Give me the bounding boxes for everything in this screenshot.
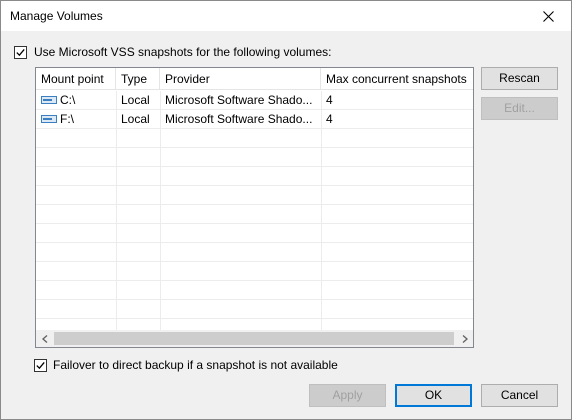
- scroll-right-button[interactable]: [456, 330, 473, 347]
- empty-row: [36, 300, 473, 319]
- table-row[interactable]: C:\ Local Microsoft Software Shado... 4: [36, 91, 473, 110]
- empty-row: [36, 129, 473, 148]
- empty-row: [36, 148, 473, 167]
- empty-row: [36, 167, 473, 186]
- vss-checkbox[interactable]: [14, 46, 27, 59]
- close-button[interactable]: [525, 1, 571, 31]
- mount-point: C:\: [60, 93, 76, 107]
- chevron-right-icon: [462, 334, 468, 343]
- list-body: C:\ Local Microsoft Software Shado... 4 …: [36, 91, 473, 330]
- failover-checkbox[interactable]: [34, 359, 47, 372]
- empty-row: [36, 281, 473, 300]
- empty-row: [36, 224, 473, 243]
- scroll-thumb[interactable]: [54, 332, 454, 345]
- drive-icon: [41, 95, 57, 104]
- edit-button[interactable]: Edit...: [481, 97, 558, 120]
- table-row[interactable]: F:\ Local Microsoft Software Shado... 4: [36, 110, 473, 129]
- title-bar: Manage Volumes: [1, 1, 571, 31]
- checkmark-icon: [36, 361, 45, 370]
- empty-row: [36, 262, 473, 281]
- volume-type: Local: [121, 112, 150, 126]
- max-concurrent-snapshots: 4: [326, 93, 333, 107]
- volume-provider: Microsoft Software Shado...: [165, 93, 313, 107]
- column-header-mount-point[interactable]: Mount point: [36, 68, 116, 90]
- list-header: Mount point Type Provider Max concurrent…: [36, 68, 473, 90]
- close-icon: [542, 10, 554, 22]
- column-header-max-snapshots[interactable]: Max concurrent snapshots: [321, 68, 473, 90]
- window-title: Manage Volumes: [10, 9, 103, 23]
- horizontal-scrollbar[interactable]: [36, 330, 473, 347]
- volume-provider: Microsoft Software Shado...: [165, 112, 313, 126]
- failover-checkbox-label[interactable]: Failover to direct backup if a snapshot …: [53, 358, 338, 372]
- empty-row: [36, 186, 473, 205]
- max-concurrent-snapshots: 4: [326, 112, 333, 126]
- apply-button[interactable]: Apply: [309, 384, 386, 407]
- column-header-type[interactable]: Type: [116, 68, 160, 90]
- vss-checkbox-label[interactable]: Use Microsoft VSS snapshots for the foll…: [34, 45, 331, 59]
- empty-row: [36, 205, 473, 224]
- empty-row: [36, 243, 473, 262]
- column-header-provider[interactable]: Provider: [160, 68, 321, 90]
- cancel-button[interactable]: Cancel: [481, 384, 558, 407]
- checkmark-icon: [16, 48, 25, 57]
- volume-type: Local: [121, 93, 150, 107]
- chevron-left-icon: [41, 334, 47, 343]
- ok-button[interactable]: OK: [395, 384, 472, 407]
- mount-point: F:\: [60, 112, 74, 126]
- manage-volumes-dialog: Manage Volumes Use Microsoft VSS snapsho…: [0, 0, 572, 420]
- drive-icon: [41, 114, 57, 123]
- scroll-left-button[interactable]: [36, 330, 53, 347]
- volumes-list[interactable]: Mount point Type Provider Max concurrent…: [35, 67, 474, 348]
- rescan-button[interactable]: Rescan: [481, 67, 558, 90]
